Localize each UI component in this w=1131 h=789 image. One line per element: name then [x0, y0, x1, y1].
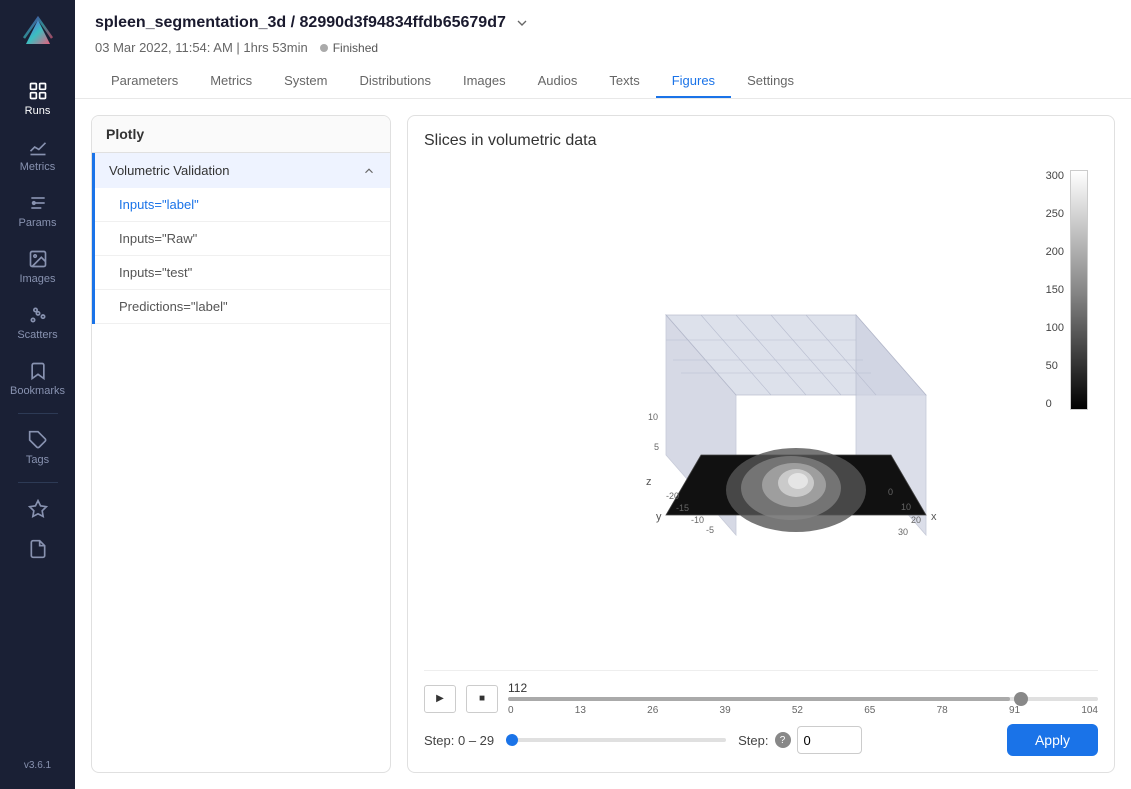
step-slider[interactable] — [506, 738, 726, 742]
svg-text:0: 0 — [888, 487, 893, 497]
sidebar-item-tags[interactable]: Tags — [0, 420, 75, 476]
svg-text:30: 30 — [898, 527, 908, 537]
sidebar-item-docs[interactable] — [0, 529, 75, 569]
slider-ticks: 0 13 26 39 52 65 78 91 104 — [508, 705, 1098, 716]
sidebar-item-runs[interactable]: Runs — [0, 71, 75, 127]
tree-section-header[interactable]: Volumetric Validation — [95, 153, 390, 188]
tab-system[interactable]: System — [268, 65, 343, 98]
step-input-label: Step: — [738, 733, 768, 748]
svg-text:-10: -10 — [691, 515, 704, 525]
tabs-bar: Parameters Metrics System Distributions … — [95, 65, 1111, 98]
tree-item-0[interactable]: Inputs="label" — [95, 188, 390, 222]
run-datetime: 03 Mar 2022, 11:54: AM | 1hrs 53min — [95, 40, 308, 55]
tree-section: Volumetric Validation Inputs="label" Inp… — [92, 153, 390, 324]
sidebar-divider — [18, 413, 58, 414]
step-range-label: Step: 0 – 29 — [424, 733, 494, 748]
svg-text:5: 5 — [654, 442, 659, 452]
step-input-group: Step: ? — [738, 726, 861, 754]
sidebar-item-scatters[interactable]: Scatters — [0, 295, 75, 351]
tree-item-1[interactable]: Inputs="Raw" — [95, 222, 390, 256]
slider-row: ▶ ■ 112 0 13 26 39 52 — [424, 681, 1098, 716]
app-logo[interactable] — [16, 10, 60, 59]
sidebar: Runs Metrics Params Images — [0, 0, 75, 789]
sidebar-item-integrations[interactable] — [0, 489, 75, 529]
slider-track[interactable] — [508, 697, 1098, 701]
status-dot — [320, 44, 328, 52]
chart-area: z x y 5 10 0 10 20 30 -5 -10 — [424, 160, 1098, 670]
slider-value: 112 — [508, 681, 1098, 695]
header: spleen_segmentation_3d / 82990d3f94834ff… — [75, 0, 1131, 99]
chevron-down-icon[interactable] — [514, 15, 530, 31]
left-panel: Plotly Volumetric Validation Inputs="lab… — [91, 115, 391, 773]
status-badge: Finished — [320, 41, 378, 55]
chevron-up-icon — [362, 164, 376, 178]
run-title: spleen_segmentation_3d / 82990d3f94834ff… — [95, 14, 1111, 32]
3d-chart-svg: z x y 5 10 0 10 20 30 -5 -10 — [546, 255, 976, 575]
tree-item-3[interactable]: Predictions="label" — [95, 290, 390, 324]
sidebar-item-metrics[interactable]: Metrics — [0, 127, 75, 183]
run-name: spleen_segmentation_3d / 82990d3f94834ff… — [95, 14, 506, 32]
apply-button[interactable]: Apply — [1007, 724, 1098, 756]
colorbar-gradient — [1070, 170, 1088, 410]
svg-text:-20: -20 — [666, 491, 679, 501]
stop-button[interactable]: ■ — [466, 685, 498, 713]
panel-header: Plotly — [92, 116, 390, 153]
right-panel: Slices in volumetric data — [407, 115, 1115, 773]
step-input[interactable] — [797, 726, 862, 754]
tab-distributions[interactable]: Distributions — [343, 65, 447, 98]
tab-texts[interactable]: Texts — [593, 65, 655, 98]
step-slider-thumb[interactable] — [506, 734, 518, 746]
tab-figures[interactable]: Figures — [656, 65, 731, 98]
tab-parameters[interactable]: Parameters — [95, 65, 194, 98]
content-area: Plotly Volumetric Validation Inputs="lab… — [75, 99, 1131, 789]
tab-images[interactable]: Images — [447, 65, 522, 98]
slider-container: 112 0 13 26 39 52 65 78 — [508, 681, 1098, 716]
sidebar-item-bookmarks[interactable]: Bookmarks — [0, 351, 75, 407]
colorbar-labels: 300 250 200 150 100 50 0 — [1046, 170, 1064, 410]
sidebar-item-params[interactable]: Params — [0, 183, 75, 239]
tree-item-2[interactable]: Inputs="test" — [95, 256, 390, 290]
run-meta: 03 Mar 2022, 11:54: AM | 1hrs 53min Fini… — [95, 40, 1111, 55]
svg-text:-15: -15 — [676, 503, 689, 513]
svg-text:y: y — [656, 511, 662, 523]
slider-fill — [508, 697, 1010, 701]
slider-thumb[interactable] — [1014, 692, 1028, 706]
svg-text:x: x — [931, 511, 937, 523]
chart-container: z x y 5 10 0 10 20 30 -5 -10 — [424, 160, 1098, 670]
status-label: Finished — [333, 41, 378, 55]
chart-title: Slices in volumetric data — [424, 132, 1098, 150]
step-row: Step: 0 – 29 Step: ? Apply — [424, 724, 1098, 756]
main-content: spleen_segmentation_3d / 82990d3f94834ff… — [75, 0, 1131, 789]
tab-settings[interactable]: Settings — [731, 65, 810, 98]
sidebar-item-images[interactable]: Images — [0, 239, 75, 295]
step-help-icon[interactable]: ? — [775, 732, 791, 748]
controls: ▶ ■ 112 0 13 26 39 52 — [424, 670, 1098, 756]
svg-text:z: z — [646, 476, 652, 488]
play-button[interactable]: ▶ — [424, 685, 456, 713]
svg-text:10: 10 — [901, 502, 911, 512]
sidebar-divider-2 — [18, 482, 58, 483]
app-version: v3.6.1 — [24, 760, 51, 779]
svg-text:20: 20 — [911, 515, 921, 525]
tab-audios[interactable]: Audios — [522, 65, 594, 98]
svg-text:-5: -5 — [706, 525, 714, 535]
colorbar: 300 250 200 150 100 50 0 — [1070, 170, 1088, 410]
svg-text:10: 10 — [648, 412, 658, 422]
tab-metrics[interactable]: Metrics — [194, 65, 268, 98]
